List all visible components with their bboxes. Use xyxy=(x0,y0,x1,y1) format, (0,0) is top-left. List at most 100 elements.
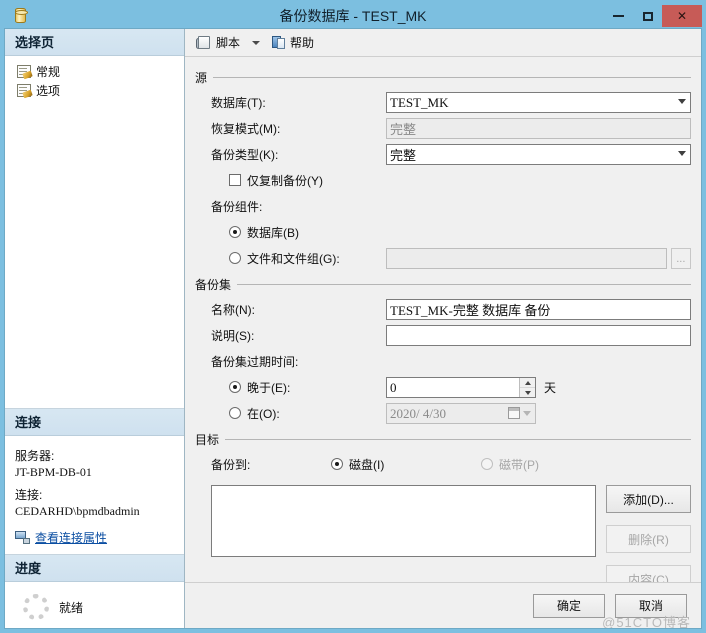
script-label: 脚本 xyxy=(216,36,241,50)
expiration-after-radio[interactable]: 晚于(E): xyxy=(229,379,290,396)
database-input[interactable] xyxy=(386,92,691,113)
expiration-after-cell: 晚于(E): xyxy=(211,379,386,397)
connection-value: CEDARHD\bpmdbadmin xyxy=(15,503,140,518)
expiration-on-radio[interactable]: 在(O): xyxy=(229,405,280,422)
backup-set-name-row: 名称(N): xyxy=(211,298,691,321)
left-pane-spacer xyxy=(5,108,184,408)
component-files-field: ... xyxy=(386,248,691,269)
progress-header: 进度 xyxy=(5,555,184,582)
expiration-on-row: 在(O): 2020/ 4/30 xyxy=(211,402,691,425)
radio-dot-icon xyxy=(331,458,343,471)
backup-set-group-content: 名称(N): 说明(S): 备份集过期时间: xyxy=(195,293,691,425)
server-value: JT-BPM-DB-01 xyxy=(15,465,92,480)
toolbar: 脚本 帮助 xyxy=(185,29,701,57)
expiration-after-row: 晚于(E): 0 天 xyxy=(211,376,691,399)
destination-group-title: 目标 xyxy=(195,433,220,447)
calendar-icon xyxy=(508,407,520,419)
select-page-header: 选择页 xyxy=(5,29,184,56)
source-group-title: 源 xyxy=(195,71,208,85)
source-group-content: 数据库(T): 恢复模式(M): 完整 xyxy=(195,86,691,270)
stepper-down-icon[interactable] xyxy=(520,388,535,397)
view-connection-properties-link[interactable]: 查看连接属性 xyxy=(15,529,176,546)
radio-dot-icon xyxy=(229,252,241,265)
remove-destination-button: 删除(R) xyxy=(606,525,691,553)
recovery-model-value: 完整 xyxy=(386,118,691,139)
backup-type-combo[interactable] xyxy=(386,144,691,165)
component-files-browse-button: ... xyxy=(670,248,691,269)
sidebar-item-general[interactable]: 常规 xyxy=(15,62,176,81)
media-disk-radio[interactable]: 磁盘(I) xyxy=(331,456,384,473)
page-options-icon xyxy=(17,84,31,97)
stepper-buttons[interactable] xyxy=(519,378,535,397)
group-divider xyxy=(225,439,691,440)
destination-buttons: 添加(D)... 删除(R) 内容(C) xyxy=(606,485,691,582)
component-database-radio[interactable]: 数据库(B) xyxy=(229,224,299,241)
expiration-days-stepper[interactable] xyxy=(386,377,536,398)
destination-group-title-row: 目标 xyxy=(195,431,691,448)
expiration-on-cell: 在(O): xyxy=(211,405,386,423)
source-group: 源 数据库(T): TEST_MK 恢复模式(M): 完整 备份类型(K): 完… xyxy=(195,69,691,270)
sidebar-item-options[interactable]: 选项 xyxy=(15,81,176,100)
left-pane: 选择页 常规 选项 连接 服务器: JT-BPM-DB-01 连接: CEDAR… xyxy=(5,29,185,628)
view-connection-properties-label: 查看连接属性 xyxy=(35,531,108,545)
source-group-title-row: 源 xyxy=(195,69,691,86)
expiration-days-input[interactable] xyxy=(386,377,536,398)
script-icon xyxy=(196,35,212,50)
backup-to-row: 备份到: 磁盘(I) 磁带(P) xyxy=(211,453,691,476)
help-icon xyxy=(272,35,286,50)
help-button[interactable]: 帮助 xyxy=(268,32,318,53)
right-pane: 脚本 帮助 源 数据库(T): TEST_MK 恢复模式(M): 完整 备份类型… xyxy=(185,29,701,628)
backup-set-group-title-row: 备份集 xyxy=(195,276,691,293)
connection-header: 连接 xyxy=(5,409,184,437)
database-row: 数据库(T): xyxy=(211,91,691,114)
backup-to-label: 备份到: xyxy=(211,458,251,472)
radio-dot-icon xyxy=(229,226,241,239)
script-dropdown-chevron-down-icon[interactable] xyxy=(252,40,261,45)
days-unit-label: 天 xyxy=(544,381,557,395)
backup-set-description-input[interactable] xyxy=(386,325,691,346)
radio-dot-icon xyxy=(481,458,493,471)
title-bar[interactable]: 备份数据库 - TEST_MK ✕ xyxy=(4,4,702,28)
backup-set-name-input[interactable] xyxy=(386,299,691,320)
backup-type-field xyxy=(386,144,691,165)
backup-set-group-title: 备份集 xyxy=(195,278,232,292)
backup-database-dialog: 备份数据库 - TEST_MK ✕ 选择页 常规 选项 连接 服务器: JT-B… xyxy=(0,0,706,633)
copy-only-row: 仅复制备份(Y) xyxy=(211,169,691,192)
database-combo[interactable] xyxy=(386,92,691,113)
radio-dot-icon xyxy=(229,407,241,420)
media-tape-label: 磁带(P) xyxy=(499,457,539,472)
backup-set-name-label: 名称(N): xyxy=(211,303,255,317)
general-page-content: 源 数据库(T): TEST_MK 恢复模式(M): 完整 备份类型(K): 完… xyxy=(185,57,701,582)
sidebar-item-label: 选项 xyxy=(36,84,61,98)
component-files-cell: 文件和文件组(G): xyxy=(211,250,386,268)
radio-dot-icon xyxy=(229,381,241,394)
cancel-button[interactable]: 取消 xyxy=(615,593,687,618)
copy-only-checkbox[interactable]: 仅复制备份(Y) xyxy=(229,172,323,189)
component-database-row: 数据库(B) xyxy=(211,221,691,244)
component-files-row: 文件和文件组(G): ... xyxy=(211,247,691,270)
connection-properties-icon xyxy=(15,531,30,544)
connection-label: 连接: xyxy=(15,487,43,502)
script-button[interactable]: 脚本 xyxy=(193,32,244,53)
disk-option-cell: 磁盘(I) xyxy=(331,456,481,474)
media-disk-label: 磁盘(I) xyxy=(349,457,385,472)
help-label: 帮助 xyxy=(290,36,315,50)
recovery-model-row: 恢复模式(M): 完整 xyxy=(211,117,691,140)
expiration-on-field: 2020/ 4/30 xyxy=(386,403,691,424)
progress-body: 就绪 xyxy=(5,582,184,628)
component-database-cell: 数据库(B) xyxy=(211,224,386,242)
component-files-radio[interactable]: 文件和文件组(G): xyxy=(229,250,340,267)
backup-type-label: 备份类型(K): xyxy=(211,148,279,162)
stepper-up-icon[interactable] xyxy=(520,378,535,388)
destination-list[interactable] xyxy=(211,485,596,557)
add-destination-button[interactable]: 添加(D)... xyxy=(606,485,691,513)
progress-row: 就绪 xyxy=(15,588,176,620)
component-files-label: 文件和文件组(G): xyxy=(247,251,340,266)
group-divider xyxy=(213,77,691,78)
backup-type-row: 备份类型(K): xyxy=(211,143,691,166)
progress-section: 进度 就绪 xyxy=(5,554,184,628)
database-label: 数据库(T): xyxy=(211,96,266,110)
component-files-value xyxy=(386,248,667,269)
backup-type-input[interactable] xyxy=(386,144,691,165)
ok-button[interactable]: 确定 xyxy=(533,593,605,618)
